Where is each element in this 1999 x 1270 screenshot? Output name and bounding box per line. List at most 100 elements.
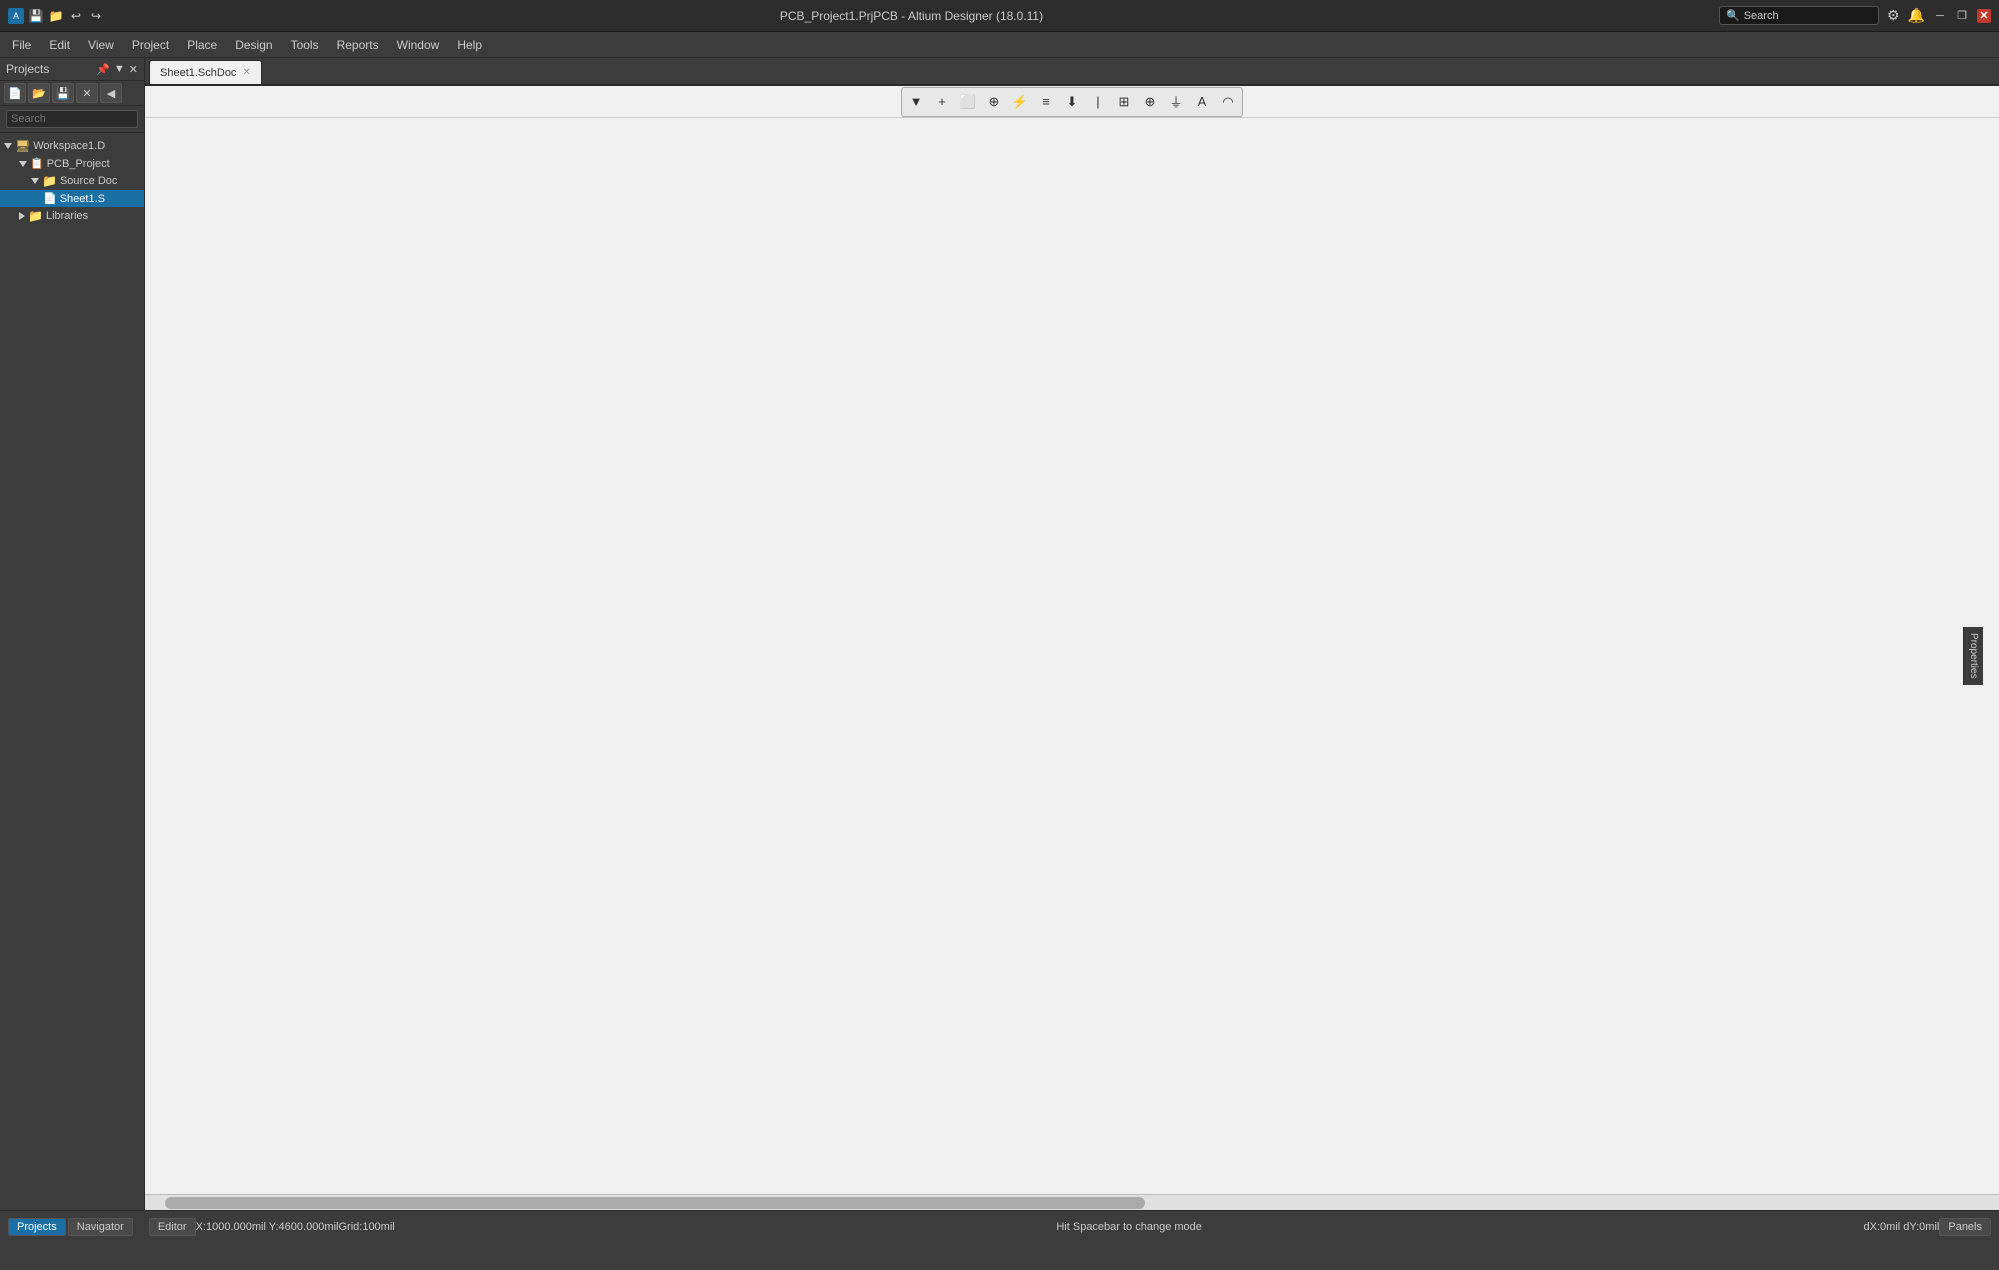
menu-view[interactable]: View <box>80 36 122 54</box>
workspace-expand-icon <box>4 143 12 149</box>
notifications-icon[interactable]: 🔔 <box>1908 7 1925 24</box>
sidebar-item-libraries[interactable]: 📁 Libraries <box>0 207 144 225</box>
power-tool-button[interactable]: ⚡ <box>1008 90 1032 114</box>
content-area: Sheet1.SchDoc ✕ ▼ + ⬜ ⊕ ⚡ ≡ ⬇ | ⊞ ⊕ ⏚ A … <box>145 58 1999 1210</box>
projects-panel: Projects 📌 ▼ ✕ 📄 📂 💾 ✕ ◀ 🖥 Workspace <box>0 58 145 1210</box>
no-connect-button[interactable]: ⊕ <box>1138 90 1162 114</box>
menu-tools[interactable]: Tools <box>283 36 327 54</box>
tab-sheet1-label: Sheet1.SchDoc <box>160 67 236 79</box>
settings-icon[interactable]: ⚙ <box>1887 7 1900 24</box>
junction-tool-button[interactable]: ⊞ <box>1112 90 1136 114</box>
title-text: PCB_Project1.PrjPCB - Altium Designer (1… <box>104 9 1719 23</box>
redo-icon[interactable]: ↪ <box>88 8 104 24</box>
tab-bar: Sheet1.SchDoc ✕ <box>145 58 1999 86</box>
schematic-area: .comp-text { font-family: Arial, sans-se… <box>145 118 1999 1194</box>
libraries-expand-icon <box>19 212 25 220</box>
source-doc-icon: 📁 <box>42 174 57 188</box>
minimize-button[interactable]: ─ <box>1933 9 1947 23</box>
source-doc-expand-icon <box>31 178 39 184</box>
titlebar-right: 🔍 Search ⚙ 🔔 ─ ❐ ✕ <box>1719 6 1991 25</box>
project-tree: 🖥 Workspace1.D 📋 PCB_Project 📁 Source Do… <box>0 133 144 1210</box>
status-coords: X:1000.000mil Y:4600.000mil <box>196 1221 339 1233</box>
open-icon[interactable]: 📁 <box>48 8 64 24</box>
main-layout: Projects 📌 ▼ ✕ 📄 📂 💾 ✕ ◀ 🖥 Workspace <box>0 58 1999 1210</box>
sidebar-menu-icon[interactable]: ▼ <box>114 63 125 76</box>
open-project-button[interactable]: 📂 <box>28 83 50 103</box>
schematic-toolbar: ▼ + ⬜ ⊕ ⚡ ≡ ⬇ | ⊞ ⊕ ⏚ A ◠ <box>145 86 1999 118</box>
add-component-button[interactable]: + <box>930 90 954 114</box>
menu-bar: File Edit View Project Place Design Tool… <box>0 32 1999 58</box>
bottom-tab-navigator[interactable]: Navigator <box>68 1218 133 1236</box>
select-tool-button[interactable]: ⊕ <box>982 90 1006 114</box>
sidebar-item-workspace[interactable]: 🖥 Workspace1.D <box>0 137 144 155</box>
sheet1-label: Sheet1.S <box>60 193 105 205</box>
pcb-project-label: PCB_Project <box>47 158 110 170</box>
menu-project[interactable]: Project <box>124 36 177 54</box>
status-bar: Projects Navigator Editor X:1000.000mil … <box>0 1210 1999 1242</box>
libraries-icon: 📁 <box>28 209 43 223</box>
sidebar-item-sheet1[interactable]: 📄 Sheet1.S <box>0 190 144 207</box>
sidebar-item-source-doc[interactable]: 📁 Source Doc <box>0 172 144 190</box>
restore-button[interactable]: ❐ <box>1955 9 1969 23</box>
global-search-box[interactable]: 🔍 Search <box>1719 6 1879 25</box>
sidebar-item-pcb-project[interactable]: 📋 PCB_Project <box>0 155 144 172</box>
arc-tool-button[interactable]: ◠ <box>1216 90 1240 114</box>
text-tool-button[interactable]: A <box>1190 90 1214 114</box>
editor-tab[interactable]: Editor <box>149 1218 196 1236</box>
save-icon[interactable]: 💾 <box>28 8 44 24</box>
tab-sheet1-schdoc[interactable]: Sheet1.SchDoc ✕ <box>149 60 262 84</box>
libraries-label: Libraries <box>46 210 88 222</box>
sidebar-header: Projects 📌 ▼ ✕ <box>0 58 144 81</box>
new-project-button[interactable]: 📄 <box>4 83 26 103</box>
bus-tool-button[interactable]: | <box>1086 90 1110 114</box>
gnd-tool-button[interactable]: ⏚ <box>1164 90 1188 114</box>
menu-file[interactable]: File <box>4 36 39 54</box>
search-icon: 🔍 <box>1726 9 1740 22</box>
sidebar-title: Projects <box>6 62 49 76</box>
sidebar-pin-icon[interactable]: 📌 <box>96 63 110 76</box>
save-project-button[interactable]: 💾 <box>52 83 74 103</box>
workspace-icon: 🖥 <box>15 139 30 153</box>
panels-status-button[interactable]: Panels <box>1939 1218 1991 1236</box>
pcb-project-expand-icon <box>19 161 27 167</box>
horizontal-scrollbar[interactable] <box>145 1194 1999 1210</box>
menu-edit[interactable]: Edit <box>41 36 78 54</box>
tab-close-button[interactable]: ✕ <box>242 67 250 78</box>
toggle-project-button[interactable]: ◀ <box>100 83 122 103</box>
filter-tool-button[interactable]: ▼ <box>904 90 928 114</box>
menu-place[interactable]: Place <box>179 36 225 54</box>
sch-tool-group: ▼ + ⬜ ⊕ ⚡ ≡ ⬇ | ⊞ ⊕ ⏚ A ◠ <box>901 87 1243 117</box>
sidebar-search-box <box>0 106 144 133</box>
properties-panel-button[interactable]: Properties <box>1963 627 1983 685</box>
titlebar-left: A 💾 📁 ↩ ↪ <box>8 8 104 24</box>
close-button[interactable]: ✕ <box>1977 9 1991 23</box>
menu-design[interactable]: Design <box>227 36 280 54</box>
net-tool-button[interactable]: ≡ <box>1034 90 1058 114</box>
bottom-tab-projects[interactable]: Projects <box>8 1218 66 1236</box>
status-bar-left: Projects Navigator Editor <box>8 1218 196 1236</box>
undo-icon[interactable]: ↩ <box>68 8 84 24</box>
sidebar-close-icon[interactable]: ✕ <box>129 63 138 76</box>
rect-tool-button[interactable]: ⬜ <box>956 90 980 114</box>
close-project-button[interactable]: ✕ <box>76 83 98 103</box>
bottom-tab-bar: Projects Navigator <box>8 1218 133 1236</box>
title-bar: A 💾 📁 ↩ ↪ PCB_Project1.PrjPCB - Altium D… <box>0 0 1999 32</box>
sheet1-icon: 📄 <box>43 192 57 205</box>
wire-tool-button[interactable]: ⬇ <box>1060 90 1084 114</box>
project-toolbar: 📄 📂 💾 ✕ ◀ <box>0 81 144 106</box>
sidebar-search-input[interactable] <box>6 110 138 128</box>
source-doc-label: Source Doc <box>60 175 117 187</box>
horizontal-scroll-thumb[interactable] <box>165 1197 1145 1209</box>
menu-reports[interactable]: Reports <box>329 36 387 54</box>
app-icon: A <box>8 8 24 24</box>
status-grid: Grid:100mil <box>338 1221 394 1233</box>
menu-window[interactable]: Window <box>389 36 448 54</box>
workspace-label: Workspace1.D <box>33 140 105 152</box>
sidebar-header-icons: 📌 ▼ ✕ <box>96 63 138 76</box>
status-hint: Hit Spacebar to change mode <box>395 1221 1864 1233</box>
pcb-project-icon: 📋 <box>30 157 44 170</box>
panels-button[interactable]: Properties <box>1963 118 1983 1194</box>
canvas-wrapper: .comp-text { font-family: Arial, sans-se… <box>145 118 1999 1210</box>
menu-help[interactable]: Help <box>449 36 490 54</box>
status-delta: dX:0mil dY:0mil <box>1864 1221 1940 1233</box>
